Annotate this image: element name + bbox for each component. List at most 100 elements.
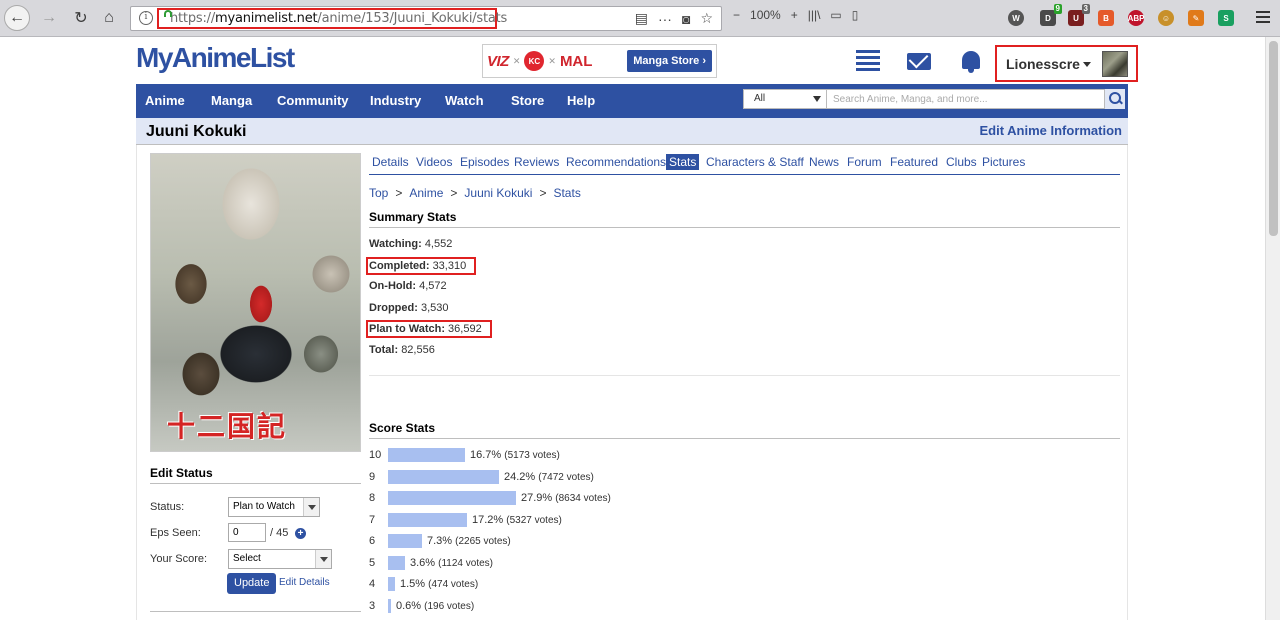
url-bar[interactable]: i https://myanimelist.net/anime/153/Juun… [130, 6, 722, 31]
ext-monkey-icon[interactable]: ☺ [1158, 10, 1174, 26]
caret-down-icon [1082, 62, 1091, 67]
score-select[interactable]: Select [228, 549, 332, 569]
zoom-level[interactable]: 100% [750, 8, 781, 22]
score-votes: (8634 votes) [555, 493, 611, 504]
manga-store-button[interactable]: Manga Store › [627, 50, 712, 72]
reader-view-icon[interactable]: ▤ [635, 10, 648, 27]
eps-input[interactable]: 0 [228, 523, 266, 542]
title-bar: Juuni Kokuki Edit Anime Information [136, 118, 1128, 145]
ext-w-icon[interactable]: W [1008, 10, 1024, 26]
library-icon[interactable]: |||\ [808, 8, 821, 22]
reload-button[interactable]: ↻ [68, 5, 94, 31]
scroll-thumb[interactable] [1269, 41, 1278, 236]
ext-badge-count-2: 3 [1081, 4, 1090, 14]
sidebar-icon[interactable]: ▯ [852, 8, 859, 22]
tab-videos[interactable]: Videos [416, 155, 452, 169]
score-bar [388, 491, 516, 505]
nav-industry[interactable]: Industry [370, 93, 421, 108]
tab-details[interactable]: Details [372, 155, 409, 169]
tab-pictures[interactable]: Pictures [982, 155, 1025, 169]
status-select[interactable]: Plan to Watch [228, 497, 320, 517]
avatar[interactable] [1102, 50, 1128, 77]
sync-icon[interactable]: ▭ [830, 8, 841, 22]
url-scheme: https:// [170, 11, 215, 26]
page-title: Juuni Kokuki [146, 123, 247, 140]
tab-stats[interactable]: Stats [666, 154, 700, 170]
score-votes: (2265 votes) [455, 536, 511, 547]
score-number: 10 [369, 449, 382, 461]
score-number: 4 [369, 578, 376, 590]
ext-dark-icon[interactable]: D9 [1040, 4, 1062, 26]
cover-image[interactable]: 十二国記 [150, 153, 361, 452]
tab-clubs[interactable]: Clubs [946, 155, 977, 169]
search-category-select[interactable]: All [743, 89, 827, 109]
times-icon: ✕ [512, 55, 521, 66]
nav-anime[interactable]: Anime [145, 93, 185, 108]
stat-value: 82,556 [401, 344, 435, 356]
more-actions-icon[interactable]: ··· [658, 11, 672, 27]
breadcrumb-stats[interactable]: Stats [553, 186, 580, 200]
breadcrumb-title[interactable]: Juuni Kokuki [464, 186, 532, 200]
score-votes: (5327 votes) [506, 514, 562, 526]
nav-store[interactable]: Store [511, 93, 544, 108]
mail-icon[interactable] [907, 53, 931, 70]
search-input[interactable]: Search Anime, Manga, and more... [827, 89, 1105, 109]
nav-help[interactable]: Help [567, 93, 595, 108]
stat-label: Completed: [369, 260, 430, 272]
edit-anime-info-link[interactable]: Edit Anime Information [979, 123, 1122, 138]
ext-s-icon[interactable]: S [1218, 10, 1234, 26]
forward-button[interactable]: → [36, 5, 62, 31]
bookmark-star-icon[interactable]: ☆ [700, 10, 713, 27]
update-button[interactable]: Update [227, 573, 277, 594]
score-percent: 0.6% [396, 599, 422, 612]
edit-details-link[interactable]: Edit Details [279, 577, 330, 588]
zoom-in-icon[interactable]: + [791, 8, 798, 22]
site-logo[interactable]: MyAnimeList [136, 42, 295, 74]
ext-abp-icon[interactable]: ABP [1128, 10, 1144, 26]
ext-fox-icon[interactable]: ✎ [1188, 10, 1204, 26]
nav-manga[interactable]: Manga [211, 93, 252, 108]
score-percent: 24.2% [504, 470, 536, 483]
info-icon[interactable]: i [139, 11, 153, 25]
stat-value: 4,552 [424, 238, 453, 250]
page-scrollbar[interactable] [1265, 37, 1280, 620]
bell-icon[interactable] [962, 51, 980, 73]
breadcrumb-top[interactable]: Top [369, 186, 388, 200]
user-menu[interactable]: Lionesscre [995, 45, 1138, 82]
tab-news[interactable]: News [809, 155, 839, 169]
tab-reviews[interactable]: Reviews [514, 155, 559, 169]
score-value: 17.2% (5327 votes) [472, 514, 562, 526]
nav-community[interactable]: Community [277, 93, 349, 108]
nav-watch[interactable]: Watch [445, 93, 484, 108]
breadcrumb-anime[interactable]: Anime [409, 186, 443, 200]
tab-episodes[interactable]: Episodes [460, 155, 509, 169]
score-bar [388, 469, 499, 484]
tab-recommendations[interactable]: Recommendations [566, 155, 666, 169]
stat-label: Total: [369, 344, 399, 356]
search-icon[interactable] [1105, 89, 1125, 109]
hamburger-menu-icon[interactable] [1256, 11, 1270, 26]
reload-icon: ↻ [74, 10, 88, 27]
list-icon[interactable] [856, 50, 880, 72]
url-path: /anime/153/Juuni_Kokuki/stats [317, 11, 508, 26]
breadcrumb-sep-3: > [539, 186, 547, 200]
ext-ublock-icon[interactable]: U3 [1068, 4, 1090, 26]
url-highlight[interactable]: https://myanimelist.net/anime/153/Juuni_… [157, 8, 507, 29]
zoom-out-icon[interactable]: − [733, 8, 740, 22]
score-row: 10 16.7% (5173 votes) [369, 447, 1120, 463]
tab-characters-staff[interactable]: Characters & Staff [706, 155, 804, 169]
main-nav: Anime Manga Community Industry Watch Sto… [136, 84, 1128, 118]
home-button[interactable]: ⌂ [96, 5, 122, 31]
back-button[interactable]: ← [4, 5, 30, 31]
eps-total: / 45 [270, 527, 289, 539]
stat-label: On-Hold: [369, 280, 417, 292]
stat-value: 33,310 [432, 260, 467, 272]
tab-forum[interactable]: Forum [847, 155, 882, 169]
ext-brave-icon[interactable]: B [1098, 10, 1114, 26]
tab-featured[interactable]: Featured [890, 155, 938, 169]
plus-icon[interactable]: + [295, 528, 306, 539]
manga-store-banner[interactable]: VIZ ✕ KC ✕ MAL Manga Store › [482, 44, 717, 78]
score-value: 3.6% (1124 votes) [410, 557, 493, 569]
pocket-icon[interactable]: ◙ [682, 11, 690, 27]
eps-row: Eps Seen: 0 / 45 + [150, 523, 361, 545]
